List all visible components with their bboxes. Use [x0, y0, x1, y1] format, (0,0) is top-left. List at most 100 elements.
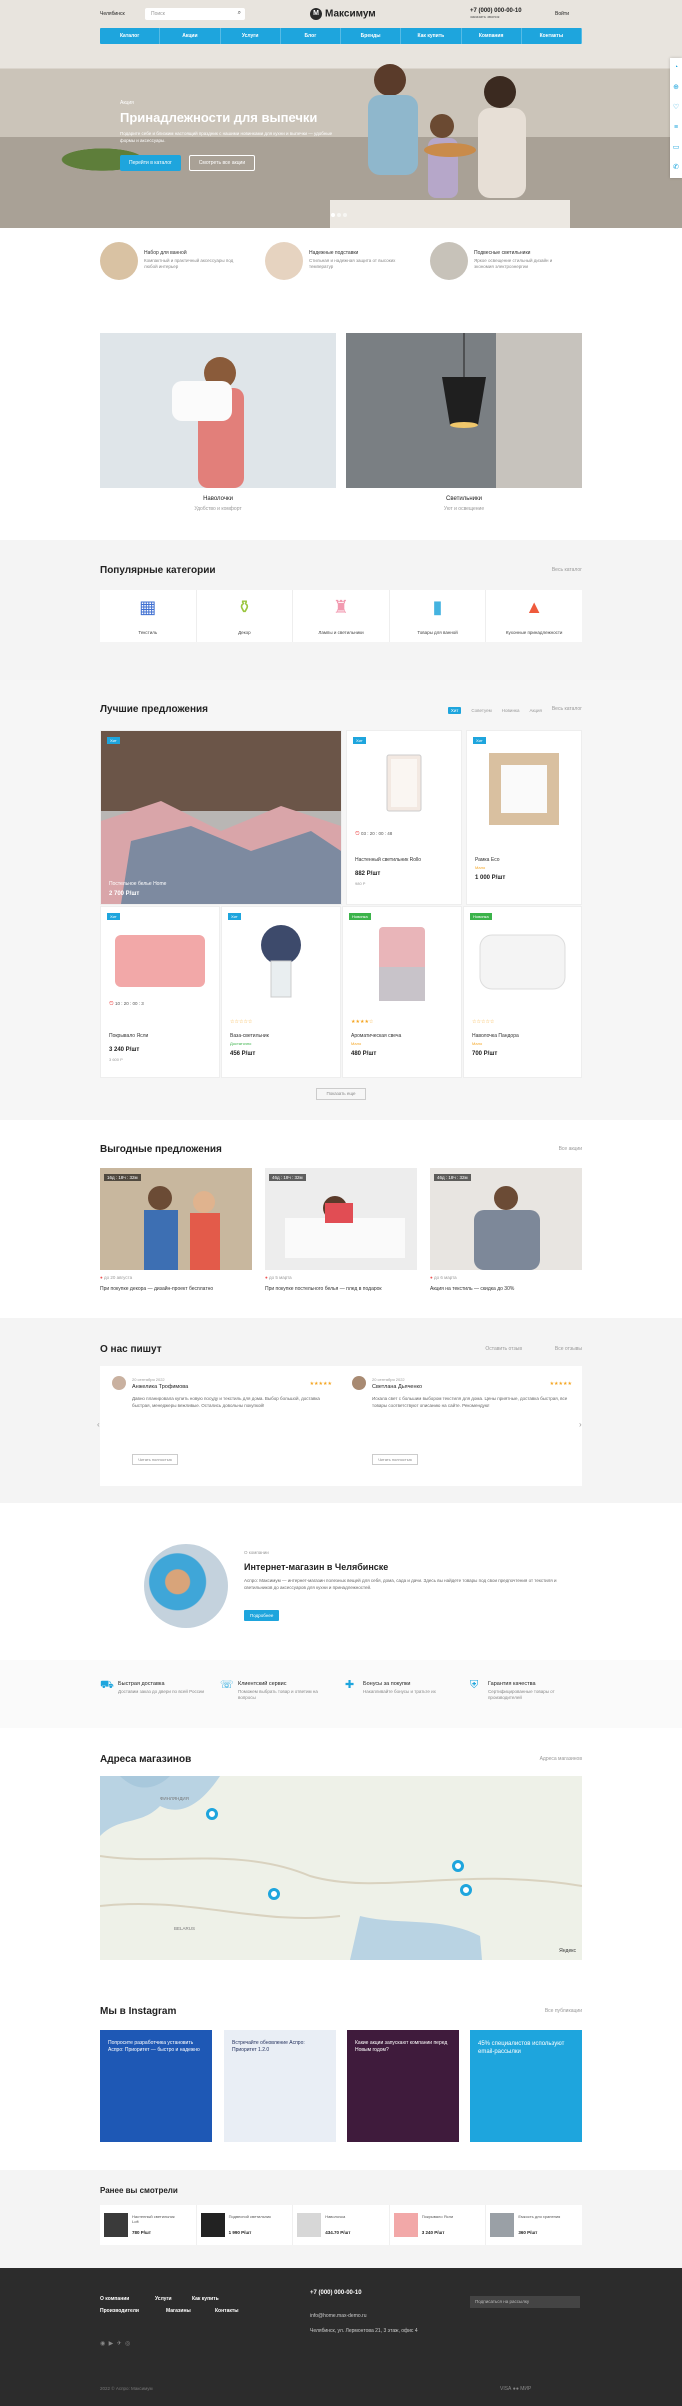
category-item[interactable]: ▲ Кухонные принадлежности — [486, 590, 582, 642]
tab-new[interactable]: Новинка — [502, 708, 520, 713]
telegram-icon[interactable]: ✈ — [117, 2341, 122, 2347]
search-icon[interactable]: ⌕ — [238, 10, 241, 16]
favorites-icon[interactable]: ♡ — [670, 98, 682, 118]
map-pin[interactable] — [268, 1888, 280, 1900]
category-item[interactable]: ▦ Текстиль — [100, 590, 197, 642]
recent-item[interactable]: Покрывало Ясли 3 240 Р/шт — [390, 2205, 487, 2245]
login-link[interactable]: Войти — [555, 11, 569, 17]
category-item[interactable]: ♜ Лампы и светильники — [293, 590, 390, 642]
about-more-button[interactable]: Подробнее — [244, 1610, 280, 1621]
recent-item[interactable]: Подвесной светильник 1 990 Р/шт — [197, 2205, 294, 2245]
slider-dot[interactable] — [343, 213, 347, 217]
promo-card[interactable]: 46д : 18ч : 32м ● до 6 марта Акция на те… — [430, 1168, 582, 1292]
slider-dot[interactable] — [331, 213, 335, 217]
show-more-button[interactable]: Показать еще — [316, 1088, 366, 1100]
promo-card[interactable]: 16д : 18ч : 32м ● до 20 августа При поку… — [100, 1168, 252, 1292]
read-more-button[interactable]: Читать полностью — [372, 1454, 418, 1465]
compare-icon[interactable]: ≡ — [670, 118, 682, 138]
footer-link[interactable]: Производители — [100, 2308, 139, 2314]
nav-catalog[interactable]: Каталог — [100, 28, 161, 44]
product-name[interactable]: Покрывало Ясли — [109, 1033, 148, 1039]
product-card[interactable]: Новинка ☆☆☆☆☆ Наволочка Пандора Мало 700… — [463, 906, 582, 1078]
product-card[interactable]: Хит Рамка Eco Мало 1 000 Р/шт — [466, 730, 582, 905]
youtube-icon[interactable]: ▶ — [109, 2341, 114, 2347]
promo-card[interactable]: 46д : 18ч : 32м ● до 5 марта При покупке… — [265, 1168, 417, 1292]
nav-blog[interactable]: Блог — [281, 28, 341, 44]
map-pin[interactable] — [460, 1884, 472, 1896]
instagram-post[interactable]: Попросите разработчика установить Аспро:… — [100, 2030, 212, 2142]
tab-recommend[interactable]: Советуем — [471, 708, 491, 713]
map-see-all[interactable]: Адреса магазинов — [540, 1756, 582, 1762]
recent-item[interactable]: Настенный светильник Loft 780 Р/шт — [100, 2205, 197, 2245]
category-item[interactable]: ▮ Товары для ванной — [390, 590, 487, 642]
feature-item[interactable]: Набор для ванной Компактный и практичный… — [100, 242, 240, 284]
header-phone[interactable]: +7 (000) 000-00-10 заказать звонок — [470, 8, 522, 19]
logo[interactable]: M Максимум — [310, 8, 376, 20]
feature-item[interactable]: Подвесные светильники Яркое освещение ст… — [430, 242, 570, 284]
product-card[interactable]: Хит Постельное белье Home 2 700 Р/шт — [100, 730, 342, 905]
footer-phone[interactable]: +7 (000) 000-00-10 — [310, 2290, 362, 2296]
map-pin[interactable] — [452, 1860, 464, 1872]
recent-item[interactable]: Наволочка 434.70 Р/шт — [293, 2205, 390, 2245]
tab-sale[interactable]: Акция — [530, 708, 543, 713]
instagram-icon[interactable]: ◎ — [125, 2341, 130, 2347]
phone-icon[interactable]: ✆ — [670, 158, 682, 178]
tab-hit[interactable]: Хит — [447, 707, 462, 714]
subscribe-input[interactable]: Подписаться на рассылку — [470, 2296, 580, 2308]
write-review-link[interactable]: Оставить отзыв — [485, 1346, 522, 1352]
product-card[interactable]: Хит ⏲ 10 : 20 : 00 : 3 Покрывало Ясли 3 … — [100, 906, 220, 1078]
product-name[interactable]: Рамка Eco — [475, 857, 499, 863]
nav-brands[interactable]: Бренды — [341, 28, 402, 44]
banner-lamps[interactable]: Светильники Уют и освещение — [346, 333, 582, 512]
category-item[interactable]: ⚱ Декор — [197, 590, 294, 642]
products-see-all[interactable]: Весь каталог — [552, 706, 582, 712]
hero-sales-button[interactable]: Смотреть все акции — [188, 154, 256, 171]
instagram-post[interactable]: 45% специалистов используют email-рассыл… — [470, 2030, 582, 2142]
product-name[interactable]: Ароматическая свеча — [351, 1033, 401, 1039]
product-card[interactable]: Хит ☆☆☆☆☆ Ваза-светильник Достаточно 456… — [221, 906, 341, 1078]
categories-see-all[interactable]: Весь каталог — [552, 567, 582, 573]
search-input[interactable]: Поиск ⌕ — [145, 8, 245, 20]
hero-catalog-button[interactable]: Перейти в каталог — [120, 154, 181, 171]
callback-link[interactable]: заказать звонок — [470, 14, 522, 19]
nav-company[interactable]: Компания — [462, 28, 522, 44]
promo-title[interactable]: При покупке постельного белья — плед в п… — [265, 1286, 417, 1292]
recent-item[interactable]: Емкость для хранения 360 Р/шт — [486, 2205, 582, 2245]
nav-contacts[interactable]: Контакты — [522, 28, 582, 44]
product-name[interactable]: Наволочка Пандора — [472, 1033, 519, 1039]
footer-link[interactable]: Контакты — [215, 2308, 239, 2314]
chat-icon[interactable]: ▭ — [670, 138, 682, 158]
promos-see-all[interactable]: Все акции — [559, 1146, 582, 1152]
promo-title[interactable]: Акция на текстиль — скидка до 30% — [430, 1286, 582, 1292]
cart-icon[interactable]: ⊕ — [670, 78, 682, 98]
slider-dot[interactable] — [337, 213, 341, 217]
feature-item[interactable]: Надежные подставки Стильная и надежная з… — [265, 242, 405, 284]
product-name[interactable]: Настенный светильник Rollo — [355, 857, 421, 863]
product-name[interactable]: Постельное белье Home — [109, 881, 166, 887]
footer-link[interactable]: Магазины — [166, 2308, 191, 2314]
instagram-post[interactable]: Какие акции запускают компании перед Нов… — [347, 2030, 459, 2142]
nav-sales[interactable]: Акции — [160, 28, 221, 44]
map-pin[interactable] — [206, 1808, 218, 1820]
chevron-left-icon[interactable]: ‹ — [97, 1420, 100, 1429]
instagram-post[interactable]: Встречайте обновление Аспро: Приоритет 1… — [224, 2030, 336, 2142]
stores-map[interactable]: ФИНЛЯНДИЯ BELARUS Яндекс — [100, 1776, 582, 1960]
footer-link[interactable]: Услуги — [155, 2296, 172, 2302]
instagram-link[interactable]: Все публикации — [545, 2008, 582, 2014]
footer-email[interactable]: info@home.max-demo.ru — [310, 2313, 367, 2319]
nav-services[interactable]: Услуги — [221, 28, 281, 44]
nav-how-to-buy[interactable]: Как купить — [401, 28, 462, 44]
reviews-see-all[interactable]: Все отзывы — [555, 1346, 582, 1352]
banner-pillows[interactable]: Наволочки Удобство и комфорт — [100, 333, 336, 512]
user-icon[interactable]: ◔ — [670, 58, 682, 78]
product-card[interactable]: Новинка ★★★★☆ Ароматическая свеча Мало 4… — [342, 906, 462, 1078]
product-name[interactable]: Ваза-светильник — [230, 1033, 269, 1039]
product-card[interactable]: Хит ⏲ 03 : 20 : 00 : 48 Настенный светил… — [346, 730, 462, 905]
read-more-button[interactable]: Читать полностью — [132, 1454, 178, 1465]
chevron-right-icon[interactable]: › — [579, 1420, 582, 1429]
city-selector[interactable]: Челябинск — [100, 11, 125, 17]
vk-icon[interactable]: ◉ — [100, 2341, 105, 2347]
footer-link[interactable]: О компании — [100, 2296, 129, 2302]
promo-title[interactable]: При покупке декора — дизайн-проект беспл… — [100, 1286, 252, 1292]
footer-link[interactable]: Как купить — [192, 2296, 219, 2302]
